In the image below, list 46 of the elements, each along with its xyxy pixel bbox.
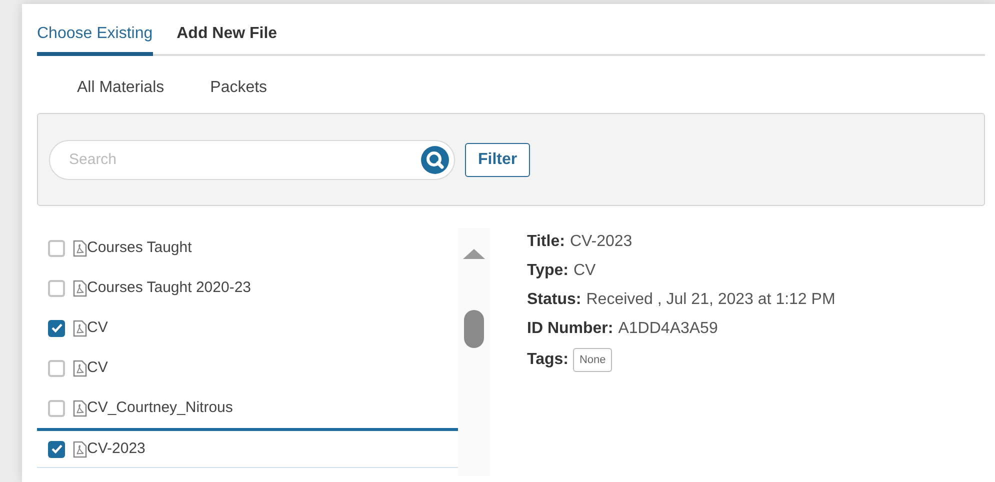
scroll-up-icon[interactable]	[462, 248, 486, 260]
checkbox[interactable]	[48, 360, 65, 376]
check-icon	[50, 323, 62, 333]
detail-value: A1DD4A3A59	[618, 319, 718, 339]
detail-value: Received , Jul 21, 2023 at 1:12 PM	[586, 290, 836, 310]
detail-label: ID Number:	[527, 319, 614, 339]
file-row[interactable]: Courses Taught	[37, 228, 458, 268]
detail-label: Status:	[527, 290, 582, 310]
scroll-thumb[interactable]	[464, 310, 484, 348]
checkbox[interactable]	[48, 400, 65, 416]
check-icon	[50, 444, 62, 454]
detail-value: CV-2023	[570, 232, 632, 252]
file-row[interactable]: Courses Taught 2020-23	[37, 268, 458, 308]
tag-badge: None	[573, 348, 612, 372]
detail-label: Tags:	[527, 350, 568, 370]
search-field[interactable]: Search	[49, 140, 455, 180]
file-name: CV-2023	[87, 438, 146, 459]
file-row[interactable]: CV-2023	[37, 428, 458, 468]
file-name: CV	[87, 358, 108, 378]
file-name: CV_Courtney_Nitrous	[87, 398, 233, 418]
pdf-file-icon	[73, 240, 87, 256]
scrollbar[interactable]	[458, 228, 490, 476]
detail-label: Title:	[527, 232, 565, 252]
detail-label: Type:	[527, 261, 568, 281]
checkbox[interactable]	[48, 440, 65, 458]
tab[interactable]: Add New File	[176, 16, 278, 56]
detail-value: CV	[573, 261, 596, 281]
file-name: CV	[87, 318, 108, 338]
file-row[interactable]: CV	[37, 308, 458, 348]
file-name: Courses Taught	[87, 238, 192, 258]
pdf-file-icon	[73, 400, 87, 416]
pdf-file-icon	[73, 320, 87, 336]
subtab[interactable]: All Materials	[77, 76, 164, 100]
pdf-file-icon	[73, 440, 87, 458]
checkbox[interactable]	[48, 240, 65, 256]
tab[interactable]: Choose Existing	[37, 16, 153, 56]
checkbox[interactable]	[48, 280, 65, 296]
subtab[interactable]: Packets	[210, 76, 268, 100]
file-name: Courses Taught 2020-23	[87, 278, 252, 298]
file-row[interactable]: CV	[37, 348, 458, 388]
filter-button[interactable]: Filter	[465, 142, 530, 176]
checkbox[interactable]	[48, 320, 65, 336]
file-row[interactable]: CV_Courtney_Nitrous	[37, 388, 458, 428]
pdf-file-icon	[73, 360, 87, 376]
pdf-file-icon	[73, 280, 87, 296]
search-icon[interactable]	[420, 144, 450, 174]
